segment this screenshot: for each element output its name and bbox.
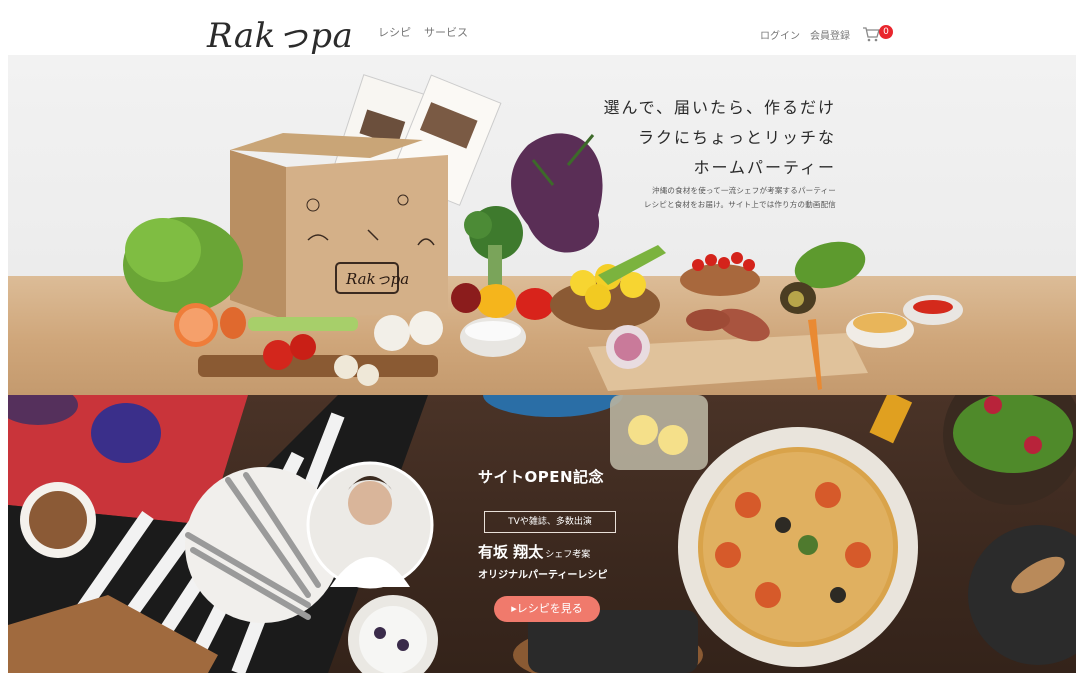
promo-tv-badge: TVや雑誌、多数出演 <box>484 511 616 533</box>
hero-headline-1: 選んで、届いたら、作るだけ <box>603 98 836 117</box>
hero-description-2: レシピと食材をお届け。サイト上では作り方の動画配信 <box>643 200 836 209</box>
promo-subtitle: オリジナルパーティーレシピ <box>478 570 608 581</box>
promo-food-illustration <box>8 395 1076 673</box>
login-link[interactable]: ログイン <box>760 27 800 42</box>
hero-food-illustration: Rakっpa <box>123 74 963 391</box>
register-link[interactable]: 会員登録 <box>810 27 850 42</box>
box-logo-text: Rakっpa <box>345 270 409 288</box>
promo-chef-name: 有坂 翔太 シェフ考案 <box>478 541 590 562</box>
promo-title: サイトOPEN記念 <box>478 468 605 486</box>
site-logo[interactable]: Rakっpa <box>207 8 353 57</box>
hero-banner[interactable]: Rakっpa 選んで、届いたら、作るだけ ラクにちょっとリッチな ホームパーティ… <box>8 55 1076 395</box>
view-recipe-button[interactable]: ▸レシピを見る <box>494 596 600 622</box>
promo-banner[interactable]: サイトOPEN記念 TVや雑誌、多数出演 有坂 翔太 シェフ考案 オリジナルパーテ… <box>8 395 1076 673</box>
cart-count-badge: 0 <box>879 25 893 39</box>
hero-copy: 選んで、届いたら、作るだけ ラクにちょっとリッチな ホームパーティー 沖縄の食材… <box>603 93 836 211</box>
chef-suffix: シェフ考案 <box>545 550 591 560</box>
nav-service-link[interactable]: サービス <box>424 24 468 40</box>
cart-button[interactable]: 0 <box>862 24 893 42</box>
hero-description-1: 沖縄の食材を使って一流シェフが考案するパーティー <box>652 186 836 195</box>
site-header: Rakっpa レシピ サービス ログイン 会員登録 0 <box>0 0 1076 57</box>
chef-name: 有坂 翔太 <box>478 543 544 561</box>
nav-recipe-link[interactable]: レシピ <box>378 24 411 40</box>
cart-icon <box>863 27 880 42</box>
hero-headline-2: ラクにちょっとリッチな <box>637 128 836 147</box>
hero-headline-3: ホームパーティー <box>693 158 836 177</box>
